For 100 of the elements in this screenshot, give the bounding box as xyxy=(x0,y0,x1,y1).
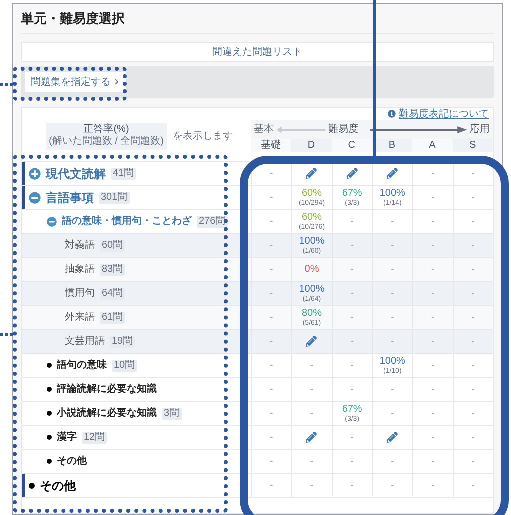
empty-mark: - xyxy=(431,262,434,276)
empty-mark: - xyxy=(270,214,274,228)
empty-mark: - xyxy=(472,286,475,300)
correct-rate: 80% xyxy=(302,308,322,318)
empty-mark: - xyxy=(472,382,475,396)
empty-mark: - xyxy=(270,334,274,348)
question-count-badge: 12問 xyxy=(82,432,108,444)
unit-name[interactable]: 現代文読解 xyxy=(46,164,106,182)
unit-name[interactable]: 語の意味・慣用句・ことわざ xyxy=(62,214,192,229)
question-count-badge: 3問 xyxy=(162,408,182,420)
empty-mark: - xyxy=(391,238,394,252)
empty-mark: - xyxy=(270,358,274,372)
empty-mark: - xyxy=(350,334,354,348)
unit-name[interactable]: その他 xyxy=(40,476,76,494)
question-count-badge: 10問 xyxy=(112,360,138,372)
correct-rate: 67% xyxy=(342,404,362,414)
unit-name[interactable]: 語句の意味 xyxy=(57,358,107,373)
question-count-badge: 83問 xyxy=(100,264,126,276)
empty-mark: - xyxy=(391,310,394,324)
empty-mark: - xyxy=(431,454,434,468)
unit-name[interactable]: 言語事項 xyxy=(46,188,94,206)
empty-mark: - xyxy=(350,286,354,300)
empty-mark: - xyxy=(472,166,475,180)
empty-mark: - xyxy=(472,430,475,444)
empty-mark: - xyxy=(391,382,394,396)
empty-mark: - xyxy=(472,238,475,252)
question-count-badge: 64問 xyxy=(100,288,126,300)
empty-mark: - xyxy=(472,358,475,372)
empty-mark: - xyxy=(270,454,274,468)
scale-high-label: 応用 xyxy=(470,122,490,137)
empty-mark: - xyxy=(391,406,394,420)
unit-name[interactable]: 漢字 xyxy=(57,430,77,445)
correct-rate: 100% xyxy=(299,236,325,246)
column-header: B xyxy=(372,139,412,152)
correct-rate: 100% xyxy=(380,356,406,366)
empty-mark: - xyxy=(310,382,314,396)
column-header: 基礎 xyxy=(251,139,292,152)
page-title: 単元・難易度選択 xyxy=(21,10,125,28)
unit-name[interactable]: 対義語 xyxy=(65,238,95,253)
correct-rate: 60% xyxy=(302,212,322,222)
empty-mark: - xyxy=(472,262,475,276)
correct-rate: 67% xyxy=(342,188,362,198)
empty-mark: - xyxy=(270,286,274,300)
empty-mark: - xyxy=(270,430,274,444)
select-workbook-button[interactable]: 問題集を指定する xyxy=(25,72,126,92)
empty-mark: - xyxy=(270,262,274,276)
column-header: S xyxy=(452,139,493,152)
empty-mark: - xyxy=(472,454,475,468)
empty-mark: - xyxy=(310,454,314,468)
column-header: C xyxy=(332,139,372,152)
correct-rate: 0% xyxy=(304,264,320,274)
empty-mark: - xyxy=(431,334,434,348)
empty-mark: - xyxy=(431,478,434,492)
empty-mark: - xyxy=(310,358,314,372)
scale-low-label: 基本 xyxy=(254,122,274,137)
mistakes-list-button[interactable]: 間違えた問題リスト xyxy=(21,42,494,62)
empty-mark: - xyxy=(270,478,274,492)
empty-mark: - xyxy=(270,166,274,180)
empty-mark: - xyxy=(431,406,434,420)
empty-mark: - xyxy=(391,286,394,300)
empty-mark: - xyxy=(350,430,354,444)
empty-mark: - xyxy=(350,262,354,276)
empty-mark: - xyxy=(431,358,434,372)
empty-mark: - xyxy=(270,190,274,204)
question-count-badge: 276問 xyxy=(197,216,228,228)
empty-mark: - xyxy=(391,478,394,492)
unit-name[interactable]: その他 xyxy=(57,454,87,469)
legend-counts: (解いた問題数 / 全問題数) xyxy=(49,136,164,148)
empty-mark: - xyxy=(391,262,394,276)
unit-name[interactable]: 抽象語 xyxy=(65,262,95,277)
correct-rate: 100% xyxy=(299,284,325,294)
empty-mark: - xyxy=(350,382,354,396)
unit-name[interactable]: 慣用句 xyxy=(65,286,95,301)
empty-mark: - xyxy=(310,406,314,420)
empty-mark: - xyxy=(350,454,354,468)
empty-mark: - xyxy=(391,454,394,468)
empty-mark: - xyxy=(472,478,475,492)
empty-mark: - xyxy=(310,478,314,492)
empty-mark: - xyxy=(350,214,354,228)
empty-mark: - xyxy=(431,214,434,228)
legend-rate: 正答率(%) xyxy=(84,124,130,136)
empty-mark: - xyxy=(270,310,274,324)
empty-mark: - xyxy=(431,430,434,444)
unit-name[interactable]: 文芸用語 xyxy=(65,334,105,349)
empty-mark: - xyxy=(431,382,434,396)
empty-mark: - xyxy=(472,214,475,228)
column-header: A xyxy=(412,139,453,152)
empty-mark: - xyxy=(431,166,434,180)
unit-name[interactable]: 評論読解に必要な知識 xyxy=(57,382,157,397)
difficulty-notation-link[interactable]: 難易度表記について xyxy=(399,106,489,122)
empty-mark: - xyxy=(350,358,354,372)
scale-label: 難易度 xyxy=(328,122,359,137)
empty-mark: - xyxy=(350,310,354,324)
empty-mark: - xyxy=(391,334,394,348)
correct-rate: 100% xyxy=(380,188,406,198)
empty-mark: - xyxy=(431,190,434,204)
question-count-badge: 60問 xyxy=(100,240,126,252)
question-count-badge: 301問 xyxy=(99,192,130,204)
unit-name[interactable]: 外来語 xyxy=(65,310,95,325)
unit-name[interactable]: 小説読解に必要な知識 xyxy=(57,406,157,421)
